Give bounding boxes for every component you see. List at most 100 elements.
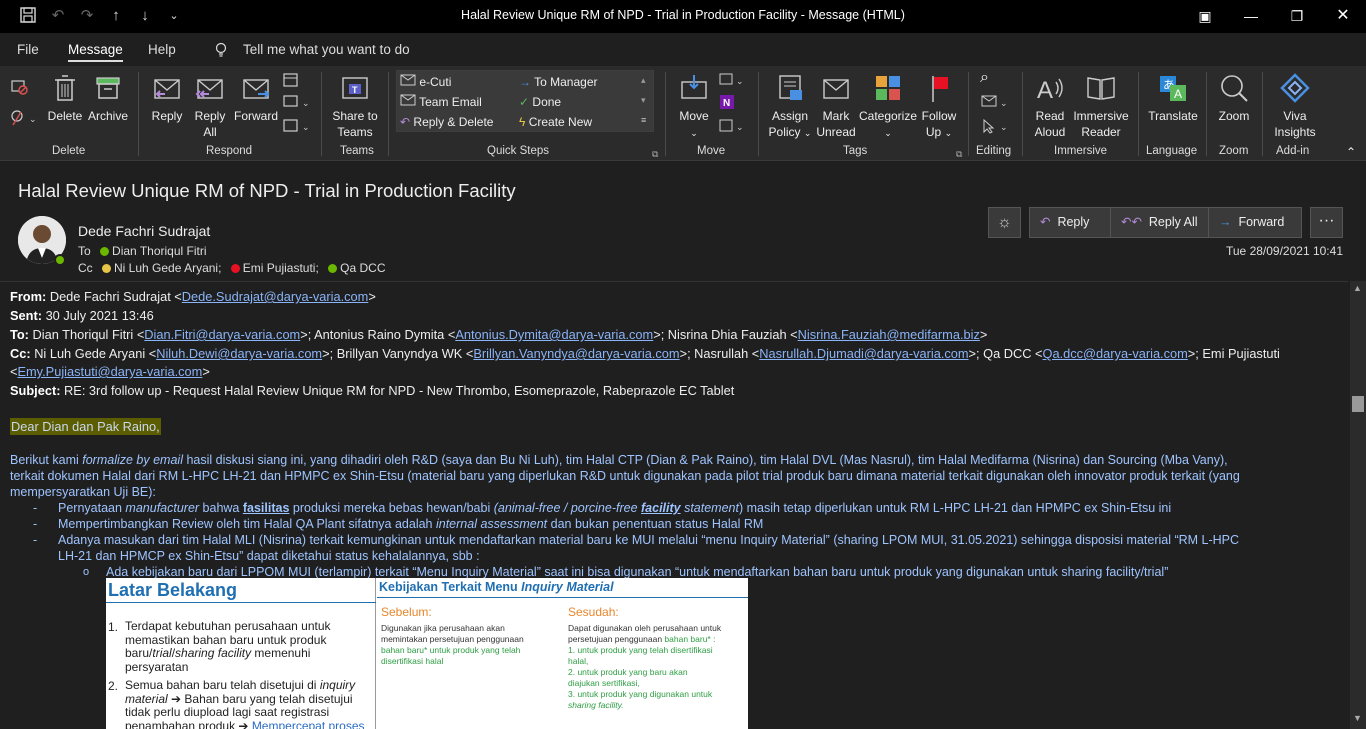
- reply-action-button[interactable]: ↶ Reply: [1030, 208, 1111, 237]
- immersive-reader-button[interactable]: Immersive Reader: [1072, 72, 1130, 140]
- email-link[interactable]: Dian.Fitri@darya-varia.com: [144, 327, 300, 342]
- email-link[interactable]: Antonius.Dymita@darya-varia.com: [455, 327, 653, 342]
- maximize-button[interactable]: ❐: [1282, 4, 1312, 28]
- scroll-down-icon[interactable]: ▼: [1353, 713, 1362, 723]
- sender-name[interactable]: Dede Fachri Sudrajat: [78, 223, 210, 239]
- tab-file[interactable]: File: [17, 42, 39, 57]
- minimize-button[interactable]: —: [1236, 4, 1266, 28]
- forward-arrow-icon: →: [1219, 215, 1232, 229]
- gallery-more-icon[interactable]: ≡: [641, 112, 646, 128]
- read-aloud-button[interactable]: A Read Aloud: [1028, 72, 1072, 140]
- forward-action-button[interactable]: → Forward: [1209, 208, 1301, 237]
- separator: [1138, 72, 1139, 156]
- actions-icon[interactable]: ⌄: [718, 118, 748, 138]
- arrow-right-icon: →: [519, 75, 531, 89]
- move-group-label: Move: [697, 145, 726, 157]
- gallery-up-icon[interactable]: ▴: [641, 72, 646, 88]
- restore-view-icon[interactable]: ▣: [1190, 4, 1220, 28]
- dialog-launcher-icon[interactable]: ⧉: [652, 146, 658, 162]
- lightning-icon: ϟ: [519, 115, 526, 129]
- divider: [377, 597, 748, 598]
- email-link[interactable]: Nisrina.Fauziah@medifarma.biz: [798, 327, 980, 342]
- slide-point-2: Semua bahan baru telah disetujui di inqu…: [125, 678, 365, 729]
- quickstep-team-email[interactable]: Team Email: [400, 94, 482, 110]
- ignore-icon[interactable]: [8, 76, 30, 100]
- scroll-up-icon[interactable]: ▲: [1353, 283, 1362, 293]
- teams-group-label: Teams: [340, 145, 374, 157]
- translate-button[interactable]: あA Translate: [1146, 72, 1200, 124]
- email-link[interactable]: Niluh.Dewi@darya-varia.com: [156, 346, 322, 361]
- bullet-dash: -: [33, 501, 38, 515]
- lightbulb-icon: [214, 42, 228, 61]
- find-icon[interactable]: ⌕: [980, 70, 989, 86]
- svg-text:⌄: ⌄: [736, 76, 744, 86]
- forward-button[interactable]: Forward: [232, 72, 280, 124]
- slide-left-title: Latar Belakang: [108, 580, 238, 600]
- collapse-ribbon-icon[interactable]: ⌃: [1346, 144, 1356, 160]
- received-date: Tue 28/09/2021 10:41: [1226, 244, 1343, 258]
- email-link[interactable]: Qa.dcc@darya-varia.com: [1043, 346, 1188, 361]
- tags-group-label: Tags: [843, 145, 868, 157]
- bullet-1: Pernyataan manufacturer bahwa fasilitas …: [58, 501, 1172, 515]
- quickstep-create-new[interactable]: ϟ Create New: [519, 114, 592, 130]
- light-mode-toggle-icon[interactable]: ☼: [988, 207, 1021, 238]
- cleanup-icon[interactable]: ⌄: [8, 108, 40, 132]
- meeting-reply-icon[interactable]: [282, 72, 300, 92]
- archive-button[interactable]: Archive: [86, 72, 130, 124]
- quickstep-done[interactable]: ✓ Done: [519, 94, 561, 110]
- zoom-button[interactable]: Zoom: [1212, 72, 1256, 124]
- email-link[interactable]: Brillyan.Vanyndya@darya-varia.com: [473, 346, 679, 361]
- after-text: Dapat digunakan oleh perusahaan untuk per…: [568, 623, 722, 710]
- follow-up-button[interactable]: Follow Up ⌄: [918, 72, 960, 141]
- bullet-dash: -: [33, 533, 38, 547]
- dialog-launcher-icon[interactable]: ⧉: [956, 146, 962, 162]
- viva-insights-button[interactable]: Viva Insights: [1268, 72, 1322, 140]
- to-recipient[interactable]: Dian Thoriqul Fitri: [112, 244, 206, 258]
- email-link[interactable]: Dede.Sudrajat@darya-varia.com: [182, 289, 369, 304]
- reply-all-button[interactable]: Reply All: [190, 72, 230, 140]
- move-button[interactable]: Move ⌄: [674, 72, 714, 141]
- to-line: To Dian Thoriqul Fitri: [78, 244, 207, 258]
- delete-button[interactable]: Delete: [45, 72, 85, 124]
- reply-all-label-2: All: [203, 125, 217, 139]
- mark-unread-button[interactable]: Mark Unread: [815, 72, 857, 140]
- reply-all-action-button[interactable]: ↶↶ Reply All: [1111, 208, 1209, 237]
- assign-policy-button[interactable]: Assign Policy ⌄: [766, 72, 814, 141]
- separator: [758, 72, 759, 156]
- close-button[interactable]: ✕: [1328, 4, 1358, 28]
- tell-me-search[interactable]: Tell me what you want to do: [243, 42, 410, 57]
- zoom-group-label: Zoom: [1219, 145, 1249, 157]
- cc-recipient[interactable]: Qa DCC: [340, 261, 385, 275]
- onenote-icon[interactable]: N: [718, 94, 736, 114]
- body-scrollbar[interactable]: ▲ ▼: [1350, 281, 1366, 729]
- cc-recipient[interactable]: Ni Luh Gede Aryani;: [114, 261, 221, 275]
- scroll-thumb[interactable]: [1352, 396, 1364, 412]
- share-label-1: Share to: [332, 109, 378, 123]
- related-icon[interactable]: ⌄: [980, 94, 1010, 114]
- svg-text:A: A: [1037, 77, 1053, 104]
- delete-group-label: Delete: [52, 145, 86, 157]
- reply-button[interactable]: Reply: [146, 72, 188, 124]
- cc-recipient[interactable]: Emi Pujiastuti;: [243, 261, 319, 275]
- more-actions-icon[interactable]: ···: [1310, 207, 1343, 238]
- bullet-2: Mempertimbangkan Review oleh tim Halal Q…: [58, 517, 764, 531]
- quickstep-ecuti[interactable]: e-Cuti: [400, 74, 451, 90]
- quoted-subject-line: Subject: RE: 3rd follow up - Request Hal…: [10, 383, 735, 398]
- tab-message[interactable]: Message: [68, 42, 123, 62]
- select-cursor-icon[interactable]: ⌄: [980, 118, 1010, 138]
- quickstep-reply-delete[interactable]: ↶ Reply & Delete: [400, 114, 493, 130]
- gallery-down-icon[interactable]: ▾: [641, 92, 646, 108]
- reply-arrow-icon: ↶: [1040, 215, 1051, 229]
- quickstep-to-manager[interactable]: → To Manager: [519, 74, 598, 90]
- slide-right-panel: Kebijakan Terkait Menu Inquiry Material …: [377, 578, 748, 729]
- categorize-button[interactable]: Categorize ⌄: [858, 72, 918, 141]
- email-link[interactable]: Nasrullah.Djumadi@darya-varia.com: [759, 346, 968, 361]
- editing-group-label: Editing: [976, 145, 1012, 157]
- more-respond-icon[interactable]: ⌄: [282, 118, 312, 138]
- im-reply-icon[interactable]: ⌄: [282, 94, 312, 114]
- rules-icon[interactable]: ⌄: [718, 72, 748, 92]
- email-link[interactable]: Emy.Pujiastuti@darya-varia.com: [17, 364, 202, 379]
- share-to-teams-button[interactable]: T Share to Teams: [328, 72, 382, 140]
- ribbon: ⌄ Delete Archive Delete Reply Reply All …: [0, 66, 1366, 161]
- tab-help[interactable]: Help: [148, 42, 176, 57]
